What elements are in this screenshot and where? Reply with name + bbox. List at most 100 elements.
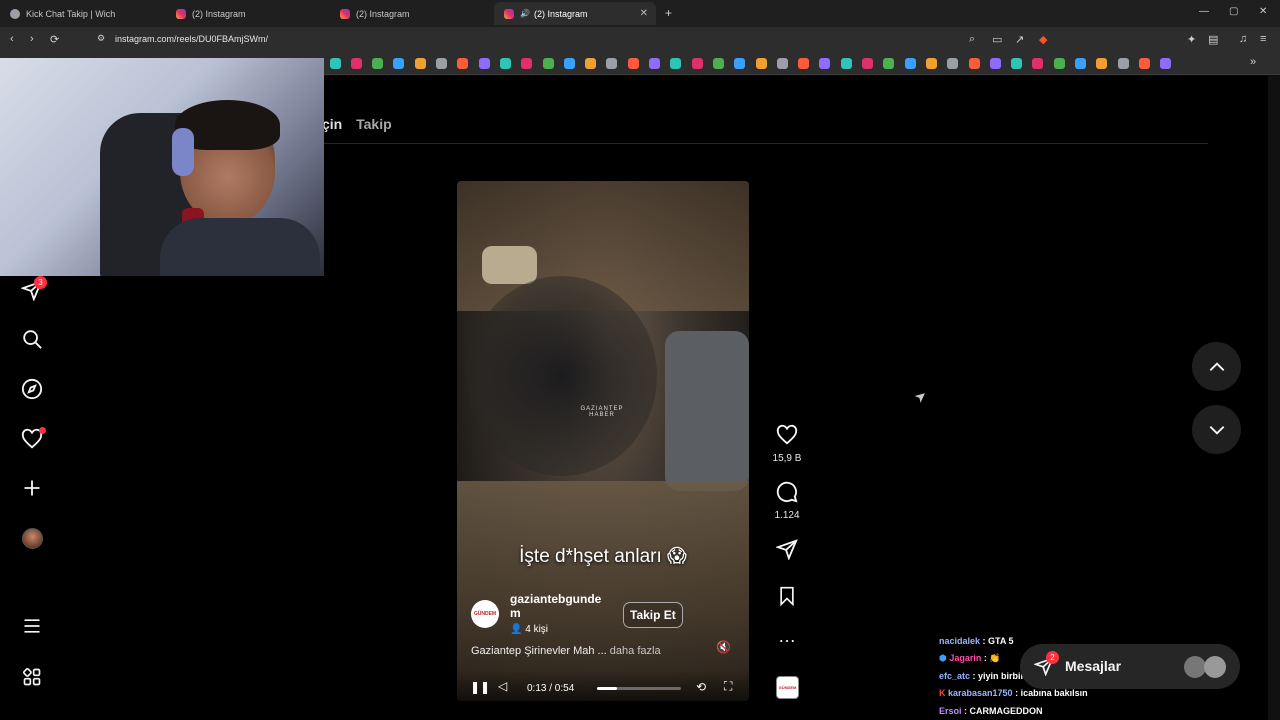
bookmark-favicon-icon[interactable] (563, 58, 575, 69)
chevron-down-icon (1209, 425, 1224, 435)
apps-grid-icon[interactable] (20, 665, 44, 689)
bookmark-favicon-icon[interactable] (712, 58, 724, 69)
bookmark-favicon-icon[interactable] (585, 58, 597, 69)
bookmark-favicon-icon[interactable] (1053, 58, 1065, 69)
messages-bar[interactable]: 2 Mesajlar (1020, 644, 1240, 689)
rewind-icon[interactable]: ⟲ (696, 680, 706, 694)
bookmark-favicon-icon[interactable] (755, 58, 767, 69)
account-avatar[interactable]: GÜNDEM (471, 600, 499, 628)
bookmark-icon[interactable] (777, 585, 797, 607)
bookmark-favicon-icon[interactable] (478, 58, 490, 69)
volume-icon[interactable]: ◁ (498, 679, 507, 693)
browser-tab-1[interactable]: Kick Chat Takip | Wich (0, 2, 166, 25)
comment-action[interactable]: 1.124 (772, 481, 802, 521)
bookmark-favicon-icon[interactable] (627, 58, 639, 69)
audio-thumbnail[interactable]: GÜNDEM (776, 676, 799, 699)
extensions-icon[interactable]: ✦ (1187, 33, 1196, 46)
tab-following[interactable]: Takip (356, 116, 392, 132)
bookmark-favicon-icon[interactable] (776, 58, 788, 69)
bookmark-favicon-icon[interactable] (542, 58, 554, 69)
bookmark-favicon-icon[interactable] (1011, 58, 1023, 69)
comment-icon[interactable] (776, 481, 798, 503)
page-scrollbar[interactable] (1268, 76, 1280, 720)
install-icon[interactable]: ▭ (992, 33, 1002, 46)
bookmark-favicon-icon[interactable] (414, 58, 426, 69)
bookmark-favicon-icon[interactable] (521, 58, 533, 69)
brave-shield-icon[interactable]: ◆ (1039, 33, 1047, 46)
bookmark-favicon-icon[interactable] (1160, 58, 1172, 69)
bookmark-favicon-icon[interactable] (883, 58, 895, 69)
bookmark-favicon-icon[interactable] (1117, 58, 1129, 69)
fullscreen-icon[interactable]: ⛶ (724, 679, 732, 694)
more-menu-icon[interactable] (20, 614, 44, 638)
minimize-icon[interactable]: — (1199, 6, 1209, 17)
progress-track[interactable] (597, 687, 681, 690)
bookmark-favicon-icon[interactable] (947, 58, 959, 69)
browser-tab-2[interactable]: (2) Instagram (166, 2, 330, 25)
bookmark-favicon-icon[interactable] (670, 58, 682, 69)
bookmark-favicon-icon[interactable] (436, 58, 447, 69)
account-name[interactable]: gaziantebgunde m (510, 592, 601, 620)
close-tab-icon[interactable]: ✕ (640, 8, 648, 19)
back-icon[interactable]: ‹ (10, 33, 14, 45)
bookmark-favicon-icon[interactable] (1032, 58, 1044, 69)
new-tab-button[interactable]: + (665, 6, 672, 20)
collab-people[interactable]: 👤 4 kişi (510, 624, 548, 635)
site-settings-icon[interactable]: ⚙ (97, 33, 105, 44)
url-input[interactable]: instagram.com/reels/DU0FBAmjSWm/ (115, 34, 268, 44)
zoom-icon[interactable]: ⌕ (969, 33, 975, 46)
bookmark-favicon-icon[interactable] (734, 58, 746, 69)
mute-icon[interactable]: 🔇 (716, 640, 731, 654)
browser-menu-icon[interactable]: ≡ (1260, 33, 1266, 45)
browser-tab-4-active[interactable]: 🔊 (2) Instagram ✕ (494, 2, 656, 25)
create-plus-icon[interactable] (20, 476, 44, 500)
next-reel-button[interactable] (1192, 405, 1241, 454)
bookmark-favicon-icon[interactable] (606, 58, 618, 69)
tab-for-you[interactable]: çin (322, 116, 342, 132)
bookmark-favicon-icon[interactable] (691, 58, 703, 69)
follow-button[interactable]: Takip Et (623, 602, 683, 628)
bookmark-favicon-icon[interactable] (925, 58, 937, 69)
bookmark-favicon-icon[interactable] (989, 58, 1001, 69)
bookmark-favicon-icon[interactable] (1096, 58, 1108, 69)
bookmark-favicon-icon[interactable] (499, 58, 511, 69)
close-window-icon[interactable]: ✕ (1259, 6, 1267, 17)
share-action[interactable] (772, 538, 802, 565)
share-send-icon[interactable] (774, 538, 798, 561)
share-icon[interactable]: ↗ (1015, 33, 1024, 46)
browser-tab-3[interactable]: (2) Instagram (330, 2, 494, 25)
bookmark-favicon-icon[interactable] (649, 58, 660, 69)
bookmarks-overflow-icon[interactable]: » (1250, 56, 1256, 68)
bookmark-favicon-icon[interactable] (372, 58, 384, 69)
save-action[interactable] (772, 585, 802, 612)
bookmark-favicon-icon[interactable] (840, 58, 852, 69)
bookmark-favicon-icon[interactable] (350, 58, 362, 69)
explore-compass-icon[interactable] (20, 377, 44, 401)
tab-title: (2) Instagram (356, 8, 410, 19)
like-action[interactable]: 15,9 B (772, 424, 802, 464)
bookmark-favicon-icon[interactable] (904, 58, 916, 69)
previous-reel-button[interactable] (1192, 342, 1241, 391)
bookmark-favicon-icon[interactable] (457, 58, 469, 69)
more-options-icon[interactable]: … (772, 626, 802, 647)
like-heart-icon[interactable] (776, 424, 798, 446)
bookmark-favicon-icon[interactable] (393, 58, 405, 69)
search-icon[interactable] (20, 327, 44, 351)
sidebar-toggle-icon[interactable]: ▤ (1208, 33, 1218, 46)
bookmark-favicon-icon[interactable] (862, 58, 873, 69)
bookmark-favicon-icon[interactable] (1075, 58, 1086, 69)
forward-icon[interactable]: › (30, 33, 34, 45)
bookmark-favicon-icon[interactable] (819, 58, 831, 69)
bookmark-favicon-icon[interactable] (329, 58, 341, 69)
reel-video[interactable]: GAZIANTEP HABER İşte d*hşet anları 😱 GÜN… (457, 181, 749, 701)
media-icon[interactable]: ♫ (1239, 33, 1247, 45)
profile-avatar[interactable] (20, 526, 44, 550)
bookmark-favicon-icon[interactable] (968, 58, 980, 69)
pause-icon[interactable]: ❚❚ (470, 680, 490, 694)
maximize-icon[interactable]: ▢ (1229, 6, 1238, 17)
bookmark-favicon-icon[interactable] (798, 58, 810, 69)
reel-description[interactable]: Gaziantep Şirinevler Mah ... daha fazla (471, 645, 661, 657)
more-link[interactable]: daha fazla (610, 645, 661, 657)
bookmark-favicon-icon[interactable] (1138, 58, 1150, 69)
reload-icon[interactable]: ⟳ (50, 33, 59, 46)
